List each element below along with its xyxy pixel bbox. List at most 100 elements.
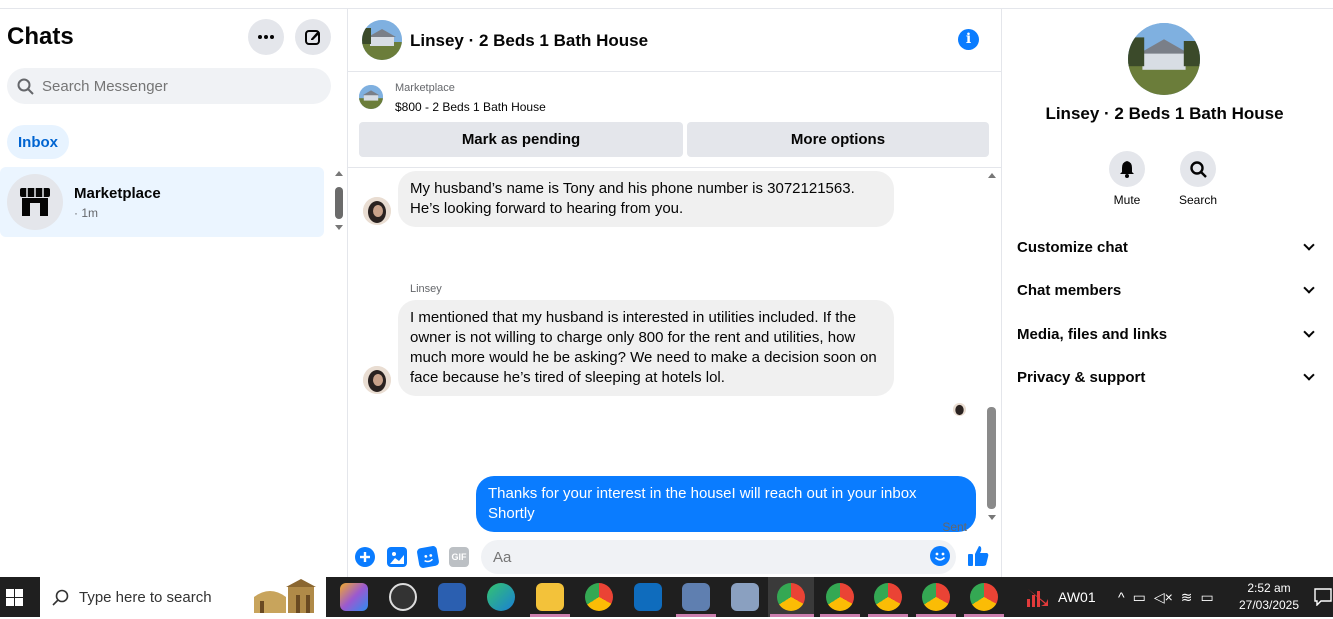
emoji-icon[interactable] <box>930 546 950 566</box>
section-privacy-support[interactable]: Privacy & support <box>1017 357 1317 397</box>
chrome-profile-icon[interactable] <box>970 583 998 611</box>
sent-status: Sent <box>942 520 967 534</box>
house-photo-icon <box>362 20 402 60</box>
mute-label: Mute <box>1113 193 1141 207</box>
taskbar-search[interactable]: Type here to search <box>40 577 326 617</box>
profile-photo-icon <box>953 403 966 416</box>
scroll-down-icon <box>335 225 343 230</box>
chrome-icon[interactable] <box>585 583 613 611</box>
message-bubble-incoming[interactable]: I mentioned that my husband is intereste… <box>398 300 894 396</box>
linsey-avatar <box>363 197 391 225</box>
chrome-profile-icon[interactable] <box>777 583 805 611</box>
taskbar-clock[interactable]: 2:52 am 27/03/2025 <box>1236 580 1302 614</box>
copilot-icon[interactable] <box>340 583 368 611</box>
media-player-icon[interactable] <box>389 583 417 611</box>
marketplace-avatar <box>7 174 63 230</box>
battery-icon[interactable]: ▭ <box>1201 589 1214 606</box>
info-icon[interactable]: i <box>958 29 979 50</box>
like-icon[interactable] <box>966 544 990 573</box>
search-input[interactable] <box>42 77 302 95</box>
search-conversation-button[interactable]: Search <box>1168 151 1228 207</box>
profile-photo-icon <box>363 197 391 225</box>
edge-icon[interactable] <box>487 583 515 611</box>
more-options-listing-button[interactable]: More options <box>687 122 989 157</box>
search-icon <box>52 589 69 606</box>
photo-icon[interactable] <box>387 547 407 567</box>
plus-icon[interactable] <box>355 547 375 567</box>
conversation-item-marketplace[interactable]: Marketplace · 1m <box>0 167 324 237</box>
chevron-down-icon <box>1303 282 1315 294</box>
message-sender: Linsey <box>410 283 442 295</box>
marketplace-label: Marketplace <box>395 82 455 94</box>
gif-icon[interactable]: GIF <box>449 547 469 567</box>
chat-scrollbar[interactable] <box>986 169 998 529</box>
network-app-icon[interactable] <box>682 583 710 611</box>
top-border <box>0 0 1333 9</box>
outlook-icon[interactable] <box>634 583 662 611</box>
chrome-profile-icon[interactable] <box>874 583 902 611</box>
section-label: Privacy & support <box>1017 368 1146 386</box>
conversation-pane: Linsey · 2 Beds 1 Bath House i Marketpla… <box>348 9 1002 577</box>
details-house-avatar <box>1128 23 1200 95</box>
notifications-icon[interactable] <box>1314 588 1332 611</box>
house-photo-icon <box>1128 23 1200 95</box>
mute-button[interactable]: Mute <box>1097 151 1157 207</box>
chevron-down-icon <box>1303 326 1315 338</box>
chrome-profile-icon[interactable] <box>826 583 854 611</box>
chevron-down-icon <box>1303 369 1315 381</box>
compose-icon <box>305 30 320 45</box>
conversation-details: Linsey · 2 Beds 1 Bath House Mute Search… <box>1002 9 1333 577</box>
listing-thumbnail <box>359 85 383 109</box>
search-icon <box>17 78 34 95</box>
stock-label: AW01 <box>1058 589 1096 605</box>
wifi-icon[interactable]: ≋ <box>1181 589 1193 606</box>
chrome-profile-icon[interactable] <box>922 583 950 611</box>
chats-sidebar: Chats Inbox Marketplace · 1m <box>0 9 348 577</box>
clock-time: 2:52 am <box>1247 581 1291 595</box>
search-highlight-icon <box>250 579 322 615</box>
section-label: Media, files and links <box>1017 325 1168 343</box>
storefront-icon <box>20 188 50 216</box>
scroll-thumb[interactable] <box>335 187 343 219</box>
chats-title: Chats <box>7 23 74 50</box>
file-explorer-icon[interactable] <box>536 583 564 611</box>
message-bubble-incoming[interactable]: My husband’s name is Tony and his phone … <box>398 171 894 227</box>
mark-as-pending-button[interactable]: Mark as pending <box>359 122 683 157</box>
paint-icon[interactable] <box>731 583 759 611</box>
new-message-button[interactable] <box>295 19 331 55</box>
seen-avatar <box>953 403 966 416</box>
clock-date: 27/03/2025 <box>1238 598 1300 612</box>
message-composer: GIF <box>348 534 1002 577</box>
display-icon[interactable]: ▭ <box>1133 589 1146 606</box>
house-photo-icon <box>359 85 383 109</box>
message-bubble-outgoing[interactable]: Thanks for your interest in the houseI w… <box>476 476 976 532</box>
listing-title[interactable]: $800 - 2 Beds 1 Bath House <box>395 100 546 114</box>
message-list: My husband’s name is Tony and his phone … <box>348 169 1002 534</box>
house-avatar[interactable] <box>362 20 402 60</box>
section-media-files-links[interactable]: Media, files and links <box>1017 314 1317 354</box>
sidebar-scrollbar[interactable] <box>333 171 343 231</box>
more-dots-icon <box>258 35 274 39</box>
windows-start-icon[interactable] <box>6 589 23 611</box>
scroll-thumb[interactable] <box>987 407 996 509</box>
section-customize-chat[interactable]: Customize chat <box>1017 227 1317 267</box>
chat-header: Linsey · 2 Beds 1 Bath House i <box>348 9 1002 72</box>
speaker-muted-icon[interactable]: ◁× <box>1154 589 1173 606</box>
store-icon[interactable] <box>438 583 466 611</box>
scroll-down-icon <box>988 515 996 520</box>
stock-widget[interactable]: AW01 <box>1026 577 1096 617</box>
messenger-search[interactable] <box>7 68 331 104</box>
taskbar-search-placeholder: Type here to search <box>79 588 212 606</box>
chevron-up-icon[interactable]: ^ <box>1118 589 1125 605</box>
scroll-up-icon <box>988 173 996 178</box>
sticker-icon[interactable] <box>416 545 440 569</box>
section-chat-members[interactable]: Chat members <box>1017 270 1317 310</box>
inbox-tab[interactable]: Inbox <box>7 125 69 159</box>
messenger-app: Chats Inbox Marketplace · 1m <box>0 0 1333 577</box>
conversation-time: · 1m <box>74 206 98 220</box>
chat-title[interactable]: Linsey · 2 Beds 1 Bath House <box>410 31 648 51</box>
system-tray: ^ ▭ ◁× ≋ ▭ <box>1118 577 1214 617</box>
message-input[interactable] <box>481 540 956 574</box>
more-options-button[interactable] <box>248 19 284 55</box>
linsey-avatar <box>363 366 391 394</box>
